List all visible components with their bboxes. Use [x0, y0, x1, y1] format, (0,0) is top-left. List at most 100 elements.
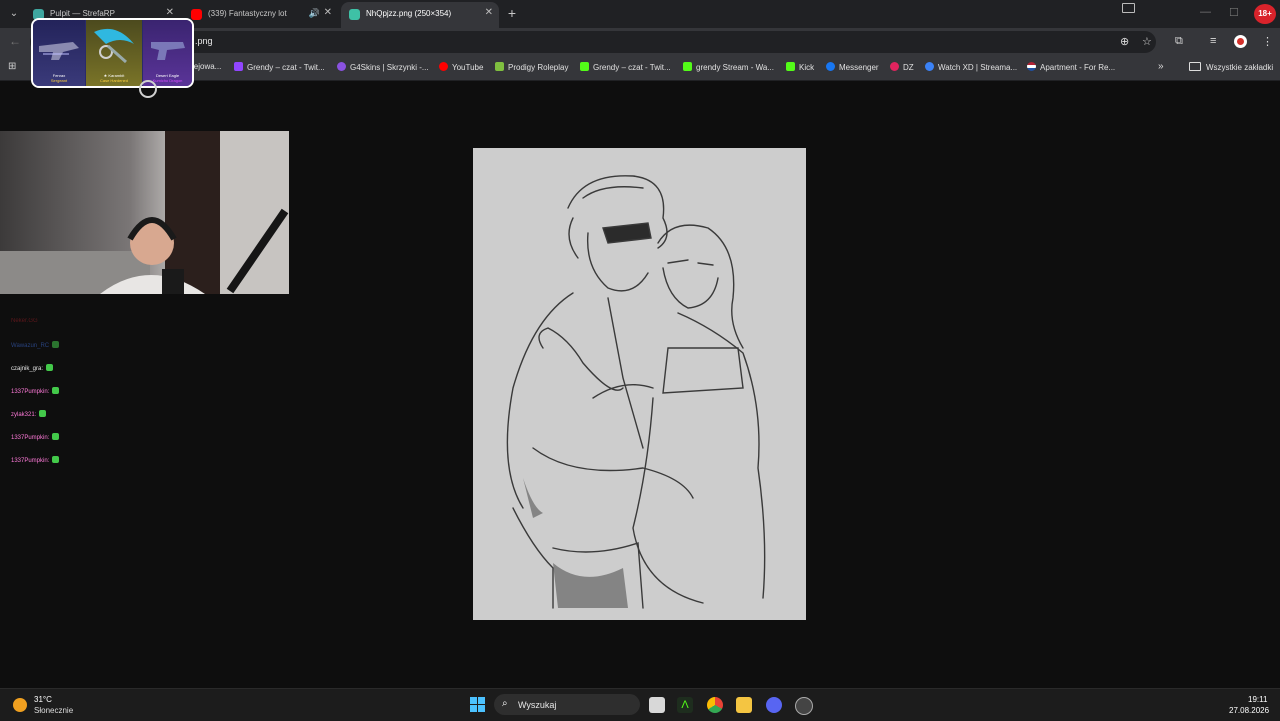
bookmark-item[interactable]: grendy Stream - Wa...: [683, 62, 774, 72]
clock-date[interactable]: 27.08.2026: [1229, 706, 1269, 715]
chat-line: czajnik_gra:: [11, 364, 54, 372]
app-green-icon[interactable]: Λ: [677, 697, 693, 713]
folder-icon: [1189, 62, 1201, 71]
cast-icon[interactable]: [1122, 3, 1135, 13]
apps-grid-icon[interactable]: ⊞: [8, 62, 18, 72]
bookmark-item[interactable]: Grendy – czat - Twit...: [234, 62, 325, 72]
chat-emote-icon: [52, 456, 60, 463]
media-control-icon[interactable]: ≡: [1210, 35, 1216, 47]
pistol-icon: [151, 42, 185, 60]
speaker-icon[interactable]: 🔊: [309, 8, 320, 19]
discord-icon[interactable]: [766, 697, 782, 713]
chat-line: Neker.GG: [11, 318, 38, 324]
clock-time[interactable]: 19:11: [1248, 695, 1267, 704]
minimize-icon[interactable]: —: [1200, 6, 1211, 18]
sketch-image[interactable]: [473, 148, 806, 620]
search-icon: ⌕: [502, 698, 508, 709]
case-item-sub: Sergeant: [50, 78, 68, 83]
webcam-picture: [0, 131, 289, 294]
chat-emote-icon: [39, 410, 47, 417]
chat-emote-icon: [52, 433, 60, 440]
bookmark-item[interactable]: Messenger: [826, 62, 879, 72]
bookmark-item[interactable]: iejowa...: [192, 62, 221, 71]
chat-line: 1337Pumpkin:: [11, 387, 60, 395]
windows-taskbar: 31°C Słonecznie ⌕ Wyszukaj Λ 19:11 27.08…: [0, 688, 1280, 721]
close-tab-icon[interactable]: ✕: [485, 7, 493, 18]
address-bar[interactable]: .png: [30, 31, 1156, 53]
bookmark-label: Grendy – czat - Twit...: [247, 63, 325, 72]
profile-avatar-icon[interactable]: [1234, 35, 1247, 48]
chat-username: 1337Pumpkin:: [11, 435, 50, 441]
bookmark-label: grendy Stream - Wa...: [696, 63, 774, 72]
tab-search-chevron-icon[interactable]: ⌄: [5, 5, 23, 23]
new-tab-button[interactable]: +: [505, 5, 519, 21]
bookmark-label: Kick: [799, 63, 815, 72]
weather-description[interactable]: Słonecznie: [34, 706, 73, 715]
taskbar-search-box[interactable]: ⌕ Wyszukaj: [494, 694, 640, 715]
address-text: .png: [195, 36, 213, 46]
sun-weather-icon[interactable]: [13, 698, 27, 712]
zoom-icon[interactable]: ⊕: [1120, 35, 1129, 48]
prodigy-icon: [495, 62, 504, 71]
bookmark-label: Watch XD | Streama...: [938, 63, 1018, 72]
all-bookmarks-button[interactable]: Wszystkie zakładki: [1189, 62, 1273, 72]
chat-emote-icon: [46, 364, 54, 371]
windows-start-icon[interactable]: [470, 697, 485, 712]
maximize-icon[interactable]: ☐: [1229, 6, 1239, 19]
chat-username: Neker.GG: [11, 318, 38, 324]
kick-icon: [786, 62, 795, 71]
back-arrow-icon[interactable]: ←: [9, 34, 21, 48]
bookmark-label: Prodigy Roleplay: [508, 63, 569, 72]
file-explorer-icon[interactable]: [736, 697, 752, 713]
bookmark-item[interactable]: DZ: [890, 62, 914, 72]
messenger-icon: [826, 62, 835, 71]
twitch-icon: [234, 62, 243, 71]
bookmark-item[interactable]: Kick: [786, 62, 814, 72]
dz-icon: [890, 62, 899, 71]
gun-icon: [39, 42, 79, 60]
chat-line: 1337Pumpkin:: [11, 433, 60, 441]
kick-icon: [683, 62, 692, 71]
bookmark-label: Grendy – czat - Twit...: [593, 63, 671, 72]
task-view-icon[interactable]: [649, 697, 665, 713]
youtube-favicon-icon: [191, 9, 202, 20]
bookmark-label: G4Skins | Skrzynki -...: [350, 63, 429, 72]
tab-youtube[interactable]: (339) Fantastyczny lot - You 🔊 ✕: [183, 2, 338, 28]
bookmark-item[interactable]: Apartment - For Re...: [1027, 62, 1115, 72]
tab-title: (339) Fantastyczny lot - You: [208, 9, 288, 18]
flag-icon: [1027, 62, 1036, 71]
chat-username: zylak321:: [11, 412, 37, 418]
close-tab-icon[interactable]: ✕: [324, 7, 332, 18]
tab-title: Pulpit — StrefaRP: [50, 9, 115, 18]
karambit-icon: [94, 28, 134, 64]
chat-username: 1337Pumpkin:: [11, 458, 50, 464]
case-drop-overlay: Fenrax Sergeant ★ Karambit Case Hardened…: [31, 18, 194, 88]
bookmark-label: Messenger: [839, 63, 879, 72]
image-favicon-icon: [349, 9, 360, 20]
case-item-fenrax: Fenrax Sergeant: [33, 20, 85, 86]
more-bookmarks-chevron-icon[interactable]: »: [1158, 61, 1164, 72]
g4skins-icon: [337, 62, 346, 71]
bookmark-item[interactable]: G4Skins | Skrzynki -...: [337, 62, 429, 72]
bookmark-star-icon[interactable]: ☆: [1142, 35, 1152, 48]
cursor-ring-icon: [139, 80, 157, 98]
chat-line: zylak321:: [11, 410, 47, 418]
chrome-icon[interactable]: [707, 697, 723, 713]
tab-image[interactable]: NhQpjzz.png (250×354) ✕: [341, 2, 499, 28]
chat-username: czajnik_gra:: [11, 366, 44, 372]
bookmark-item[interactable]: Watch XD | Streama...: [925, 62, 1017, 72]
extensions-icon[interactable]: ⧉: [1175, 35, 1183, 48]
bookmark-item[interactable]: Prodigy Roleplay: [495, 62, 568, 72]
chat-emote-icon: [52, 341, 60, 348]
case-item-karambit: ★ Karambit Case Hardened: [86, 20, 142, 86]
bookmark-item[interactable]: YouTube: [439, 62, 483, 72]
chat-emote-icon: [52, 387, 60, 394]
tab-title: NhQpjzz.png (250×354): [366, 9, 452, 18]
obs-icon[interactable]: [795, 697, 813, 715]
bookmark-item[interactable]: Grendy – czat - Twit...: [580, 62, 671, 72]
bookmark-label: Apartment - For Re...: [1040, 63, 1116, 72]
menu-kebab-icon[interactable]: ⋮: [1262, 35, 1273, 48]
case-item-sub: Case Hardened: [99, 78, 129, 83]
close-tab-icon[interactable]: ✕: [166, 7, 174, 18]
weather-temperature[interactable]: 31°C: [34, 695, 52, 704]
